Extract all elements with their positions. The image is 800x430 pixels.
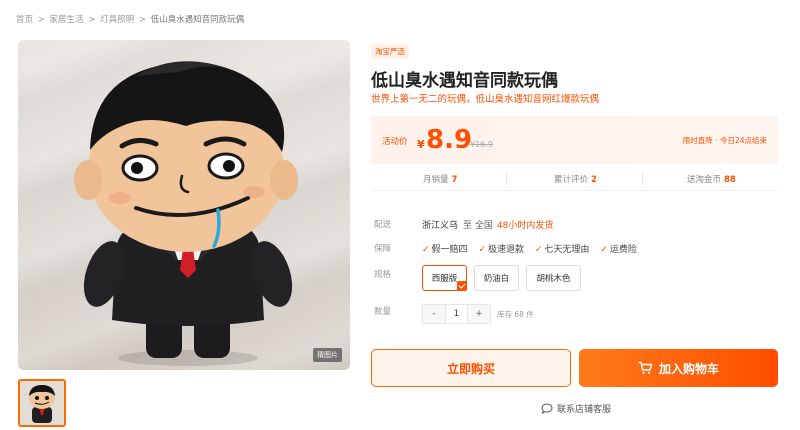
spec-option-walnut[interactable]: 胡桃木色 — [526, 265, 581, 291]
original-price: ¥16.9 — [470, 140, 493, 149]
promo-text: 限时直降 · 今日24点结束 — [682, 136, 767, 145]
thumbnail-1[interactable] — [18, 379, 66, 427]
stats-divider — [506, 173, 507, 185]
contact-label: 联系店铺客服 — [557, 405, 612, 415]
check-icon: ✓ — [600, 245, 608, 255]
guarantee-item-label: 运费险 — [609, 245, 637, 255]
shipping-label: 配送 — [374, 220, 392, 230]
spec-option-label: 奶油白 — [483, 274, 510, 284]
price-box: 活动价 ¥ 8.9 ¥16.9 限时直降 · 今日24点结束 — [371, 116, 778, 164]
cart-icon — [638, 361, 653, 374]
monthly-sales-label: 月销量 — [423, 175, 449, 185]
contact-customer-service[interactable]: 联系店铺客服 — [541, 402, 611, 415]
shipping-from: 浙江义乌 — [422, 221, 459, 231]
coins: 送淘金币 88 — [687, 173, 736, 185]
coins-label: 送淘金币 — [687, 175, 722, 185]
guarantee-label: 保障 — [374, 244, 392, 254]
quantity-minus-button[interactable]: - — [423, 305, 445, 323]
spec-option-label: 西服版 — [431, 274, 458, 284]
spec-label: 规格 — [374, 270, 392, 280]
spec-option-label: 胡桃木色 — [536, 274, 571, 284]
selected-check-icon — [457, 281, 467, 291]
spec-option-cream[interactable]: 奶油白 — [474, 265, 519, 291]
plush-doll-image — [74, 61, 298, 366]
chat-bubble-icon — [541, 403, 553, 414]
thumbnail-doll-icon — [20, 381, 64, 425]
quantity-stepper: - + — [422, 304, 491, 324]
breadcrumb-separator: > — [37, 15, 45, 25]
image-badge[interactable]: 猜图片 — [313, 348, 342, 362]
guarantee-item-label: 极速退款 — [487, 245, 524, 255]
monthly-sales: 月销量 7 — [423, 173, 457, 185]
breadcrumb-separator: > — [138, 15, 146, 25]
guarantee-item-label: 假一赔四 — [431, 245, 468, 255]
stats-bar: 月销量 7 累计评价 2 送淘金币 88 — [371, 167, 778, 191]
product-subtitle: 世界上第一无二的玩偶，低山臭水遇知音网红爆款玩偶 — [371, 94, 600, 105]
check-icon: ✓ — [478, 245, 486, 255]
shipping-time: 48小时内发货 — [496, 221, 554, 231]
breadcrumb-home[interactable]: 首页 — [16, 15, 33, 25]
breadcrumb-current: 低山臭水遇知音同款玩偶 — [150, 15, 245, 25]
guarantee-item-label: 七天无理由 — [544, 245, 590, 255]
check-icon: ✓ — [534, 245, 543, 255]
guarantee-item: ✓ 运费险 — [600, 245, 637, 255]
coins-value: 88 — [724, 175, 736, 185]
guarantee-item: ✓ 假一赔四 — [422, 245, 468, 255]
main-product-image[interactable]: 猜图片 — [18, 40, 350, 370]
shipping-info: 浙江义乌至 全国 48小时内发货 — [422, 218, 553, 231]
price-value: 8.9 — [426, 125, 473, 155]
guarantee-item: ✓ 极速退款 — [478, 245, 524, 255]
breadcrumb-separator: > — [88, 15, 96, 25]
product-title: 低山臭水遇知音同款玩偶 — [371, 71, 558, 91]
add-to-cart-button[interactable]: 加入购物车 — [579, 349, 778, 387]
add-to-cart-label: 加入购物车 — [658, 361, 719, 376]
price-label: 活动价 — [382, 137, 408, 147]
reviews[interactable]: 累计评价 2 — [554, 173, 597, 185]
quantity-input[interactable] — [445, 305, 468, 323]
monthly-sales-value: 7 — [451, 175, 458, 185]
stock-text: 库存 68 件 — [497, 310, 534, 319]
stats-divider — [642, 173, 643, 185]
buy-now-button[interactable]: 立即购买 — [371, 349, 571, 387]
guarantee-item: ✓ 七天无理由 — [535, 245, 590, 255]
breadcrumb: 首页 > 家居生活 > 灯具照明 > 低山臭水遇知音同款玩偶 — [16, 13, 246, 25]
shipping-to[interactable]: 至 全国 — [463, 221, 493, 231]
reviews-value: 2 — [591, 175, 597, 185]
guarantee-list[interactable]: ✓ 假一赔四 ✓ 极速退款 ✓ 七天无理由 ✓ 运费险 — [422, 242, 645, 255]
breadcrumb-lighting[interactable]: 灯具照明 — [100, 15, 134, 25]
quantity-plus-button[interactable]: + — [468, 305, 490, 323]
check-icon: ✓ — [422, 245, 430, 255]
price-currency: ¥ — [417, 138, 425, 151]
quantity-label: 数量 — [374, 307, 392, 317]
breadcrumb-home-living[interactable]: 家居生活 — [50, 15, 84, 25]
spec-option-suit[interactable]: 西服版 — [422, 265, 467, 291]
reviews-label: 累计评价 — [554, 175, 589, 185]
product-tag: 淘宝严选 — [371, 44, 409, 59]
